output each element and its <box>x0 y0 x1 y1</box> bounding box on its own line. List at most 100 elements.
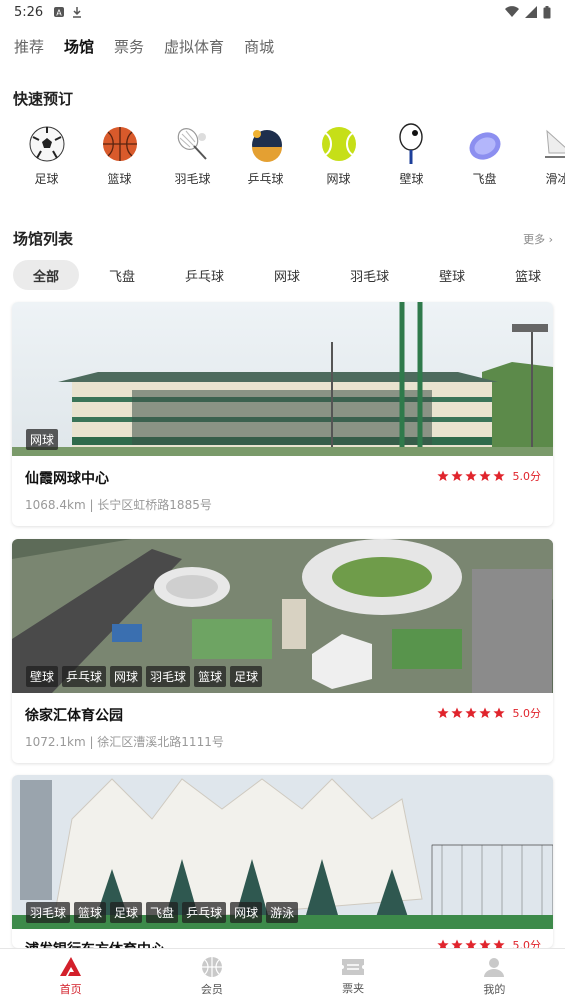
quick-item-label: 乒乓球 <box>247 172 284 186</box>
star-icon <box>464 470 477 481</box>
sport-tag: 足球 <box>230 666 263 687</box>
sport-tag: 足球 <box>110 902 143 923</box>
star-icon <box>478 707 491 718</box>
venue-list-title: 场馆列表 <box>13 230 74 248</box>
basketball-icon <box>102 127 137 161</box>
tab-label: 我的 <box>483 983 506 996</box>
basketball-tab-icon <box>201 957 222 977</box>
filter-chips: 全部 飞盘 乒乓球 网球 羽毛球 壁球 篮球 <box>13 259 565 291</box>
venue-list-header: 场馆列表 更多 › <box>13 228 553 249</box>
star-icon <box>436 939 449 948</box>
sport-tag: 乒乓球 <box>182 902 227 923</box>
quick-item-label: 篮球 <box>107 172 132 186</box>
tennis-ball-icon <box>321 127 356 161</box>
star-icon <box>450 470 463 481</box>
star-icon <box>478 470 491 481</box>
venue-rating: 5.0分 <box>436 705 542 721</box>
quick-item-label: 滑冰 <box>545 172 565 186</box>
quick-item-label: 足球 <box>34 172 59 186</box>
wifi-icon <box>505 6 519 18</box>
quick-item-frisbee[interactable]: 飞盘 <box>448 118 521 202</box>
sport-tag: 网球 <box>110 666 143 687</box>
sport-tag: 网球 <box>26 429 59 450</box>
status-time: 5:26 <box>14 4 44 20</box>
star-icon <box>478 939 491 948</box>
sport-tags: 壁球 乒乓球 网球 羽毛球 篮球 足球 <box>26 666 263 687</box>
filter-chip-squash[interactable]: 壁球 <box>419 260 485 290</box>
venue-card[interactable]: 羽毛球 篮球 足球 飞盘 乒乓球 网球 游泳 浦发银行东方体育中心 5.0分 <box>12 775 553 948</box>
tab-member[interactable]: 会员 <box>141 949 282 1004</box>
sport-tag: 乒乓球 <box>62 666 107 687</box>
sport-tag: 羽毛球 <box>26 902 71 923</box>
notification-a-icon: A <box>54 7 65 18</box>
badminton-icon <box>177 128 207 160</box>
quick-booking-row: 足球 篮球 羽毛球 乒乓球 网球 壁球 飞盘 滑冰 <box>0 118 565 202</box>
bottom-tab-bar: 首页 会员 票夹 我的 <box>0 948 565 1004</box>
table-tennis-icon <box>251 130 282 162</box>
squash-icon <box>398 123 423 164</box>
star-icon <box>492 470 505 481</box>
tab-tickets[interactable]: 票务 <box>114 36 144 57</box>
tab-mall[interactable]: 商城 <box>244 36 274 57</box>
venue-address: 1072.1km | 徐汇区漕溪北路1111号 <box>25 735 224 749</box>
status-bar: 5:26 A <box>0 0 565 24</box>
top-nav: 推荐 场馆 票务 虚拟体育 商城 <box>0 24 565 68</box>
ticket-icon <box>342 959 365 975</box>
star-icon <box>450 707 463 718</box>
quick-item-squash[interactable]: 壁球 <box>375 118 448 202</box>
star-icon <box>436 470 449 481</box>
home-logo-icon <box>59 957 81 976</box>
filter-chip-badminton[interactable]: 羽毛球 <box>330 260 409 290</box>
signal-icon <box>525 6 537 18</box>
venue-score: 5.0分 <box>512 470 542 483</box>
venue-card[interactable]: 网球 仙霞网球中心 1068.4km | 长宁区虹桥路1885号 5.0分 <box>12 302 553 526</box>
star-icon <box>436 707 449 718</box>
tab-ticket-wallet[interactable]: 票夹 <box>283 949 424 1004</box>
quick-item-label: 网球 <box>326 172 351 186</box>
sport-tags: 网球 <box>26 429 59 450</box>
sport-tag: 游泳 <box>266 902 299 923</box>
frisbee-icon <box>468 132 501 160</box>
battery-icon <box>543 5 551 18</box>
sport-tags: 羽毛球 篮球 足球 飞盘 乒乓球 网球 游泳 <box>26 902 299 923</box>
sport-tag: 壁球 <box>26 666 59 687</box>
tab-home[interactable]: 首页 <box>0 949 141 1004</box>
tab-venues[interactable]: 场馆 <box>64 36 94 57</box>
venue-rating: 5.0分 <box>436 468 542 484</box>
quick-item-badminton[interactable]: 羽毛球 <box>156 118 229 202</box>
tab-recommend[interactable]: 推荐 <box>14 36 44 57</box>
quick-item-label: 羽毛球 <box>174 172 211 186</box>
venue-address: 1068.4km | 长宁区虹桥路1885号 <box>25 498 212 512</box>
venue-photo: 网球 <box>12 302 553 456</box>
tab-virtual-sports[interactable]: 虚拟体育 <box>164 36 224 57</box>
quick-item-basketball[interactable]: 篮球 <box>83 118 156 202</box>
star-icon <box>464 707 477 718</box>
filter-chip-frisbee[interactable]: 飞盘 <box>89 260 155 290</box>
more-link[interactable]: 更多 › <box>523 231 553 247</box>
tab-label: 会员 <box>200 983 223 996</box>
venue-rating: 5.0分 <box>436 937 541 948</box>
football-icon <box>29 126 64 162</box>
sport-tag: 篮球 <box>194 666 227 687</box>
sport-tag: 网球 <box>230 902 263 923</box>
filter-chip-all[interactable]: 全部 <box>13 260 80 290</box>
user-icon <box>484 958 505 977</box>
chevron-right-icon: › <box>548 232 553 246</box>
quick-item-football[interactable]: 足球 <box>10 118 83 202</box>
tab-profile[interactable]: 我的 <box>424 949 565 1004</box>
star-icon <box>492 707 505 718</box>
filter-chip-table-tennis[interactable]: 乒乓球 <box>165 260 244 290</box>
venue-photo: 壁球 乒乓球 网球 羽毛球 篮球 足球 <box>12 539 553 693</box>
quick-item-skating[interactable]: 滑冰 <box>521 118 565 202</box>
venue-score: 5.0分 <box>512 707 542 720</box>
quick-item-tennis[interactable]: 网球 <box>302 118 375 202</box>
venue-card[interactable]: 壁球 乒乓球 网球 羽毛球 篮球 足球 徐家汇体育公园 1072.1km | 徐… <box>12 539 553 763</box>
filter-chip-basketball[interactable]: 篮球 <box>495 260 561 290</box>
sport-tag: 羽毛球 <box>146 666 191 687</box>
quick-item-table-tennis[interactable]: 乒乓球 <box>229 118 302 202</box>
sport-tag: 篮球 <box>74 902 107 923</box>
download-icon <box>73 7 82 18</box>
star-icon <box>450 939 463 948</box>
filter-chip-tennis[interactable]: 网球 <box>254 260 320 290</box>
sport-tag: 飞盘 <box>146 902 179 923</box>
